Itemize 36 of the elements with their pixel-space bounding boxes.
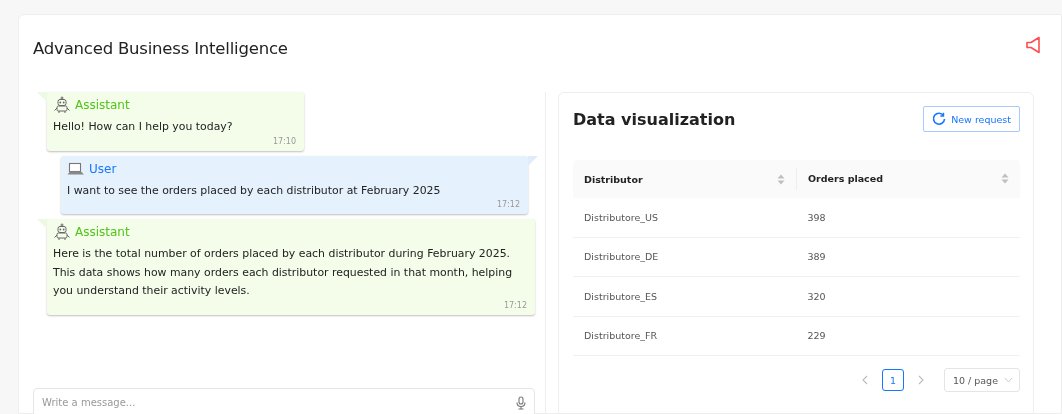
column-header[interactable]: Distributor xyxy=(573,160,796,198)
table-cell-text: 320 xyxy=(806,289,827,304)
message-field[interactable]: Write a message... xyxy=(33,388,535,414)
table-cell-text: 398 xyxy=(806,210,827,225)
sort-icon[interactable] xyxy=(1001,173,1009,185)
robot-icon xyxy=(53,223,71,241)
laptop-icon xyxy=(67,161,85,176)
message-time: 17:12 xyxy=(502,300,527,311)
message-time: 17:10 xyxy=(271,136,296,147)
sender-name: Assistant xyxy=(75,98,130,112)
column-header[interactable]: Orders placed xyxy=(796,167,1020,191)
table-cell-text: 389 xyxy=(806,250,827,265)
message-time: 17:12 xyxy=(495,200,520,210)
chevron-down-icon xyxy=(1004,377,1013,383)
reload-icon xyxy=(932,112,947,126)
next-page-icon[interactable] xyxy=(917,375,924,385)
sender-name: User xyxy=(89,161,117,176)
table-cell-text: Distributore_DE xyxy=(583,250,660,265)
megaphone-icon[interactable] xyxy=(1025,36,1041,54)
sort-icon[interactable] xyxy=(777,173,785,185)
page-size-select[interactable]: 10 / page xyxy=(943,368,1020,392)
table-cell-text: Distributore_ES xyxy=(583,289,659,304)
panel-title: Data visualization xyxy=(573,109,736,129)
table-cell-text: Distributore_FR xyxy=(583,329,659,344)
page-button[interactable]: 1 xyxy=(881,369,904,392)
message-text: Hello! How can I help you today? xyxy=(53,119,234,135)
microphone-icon[interactable] xyxy=(516,396,526,410)
table-cell-text: 229 xyxy=(806,329,827,344)
message-text: I want to see the orders placed by each distributor at February 2025 xyxy=(67,182,442,199)
robot-icon xyxy=(53,96,71,114)
table-cell-text: Distributore_US xyxy=(583,210,660,225)
new-request-button[interactable]: New request xyxy=(923,106,1020,132)
message-text: Here is the total number of orders placed by each distributor during February 2025. This data shows how many orders each distributor requested in that month, helping you understand their activity levels. xyxy=(53,246,514,299)
sender-name: Assistant xyxy=(75,225,130,239)
previous-page-icon[interactable] xyxy=(861,375,868,385)
app-title: Advanced Business Intelligence xyxy=(33,38,288,58)
